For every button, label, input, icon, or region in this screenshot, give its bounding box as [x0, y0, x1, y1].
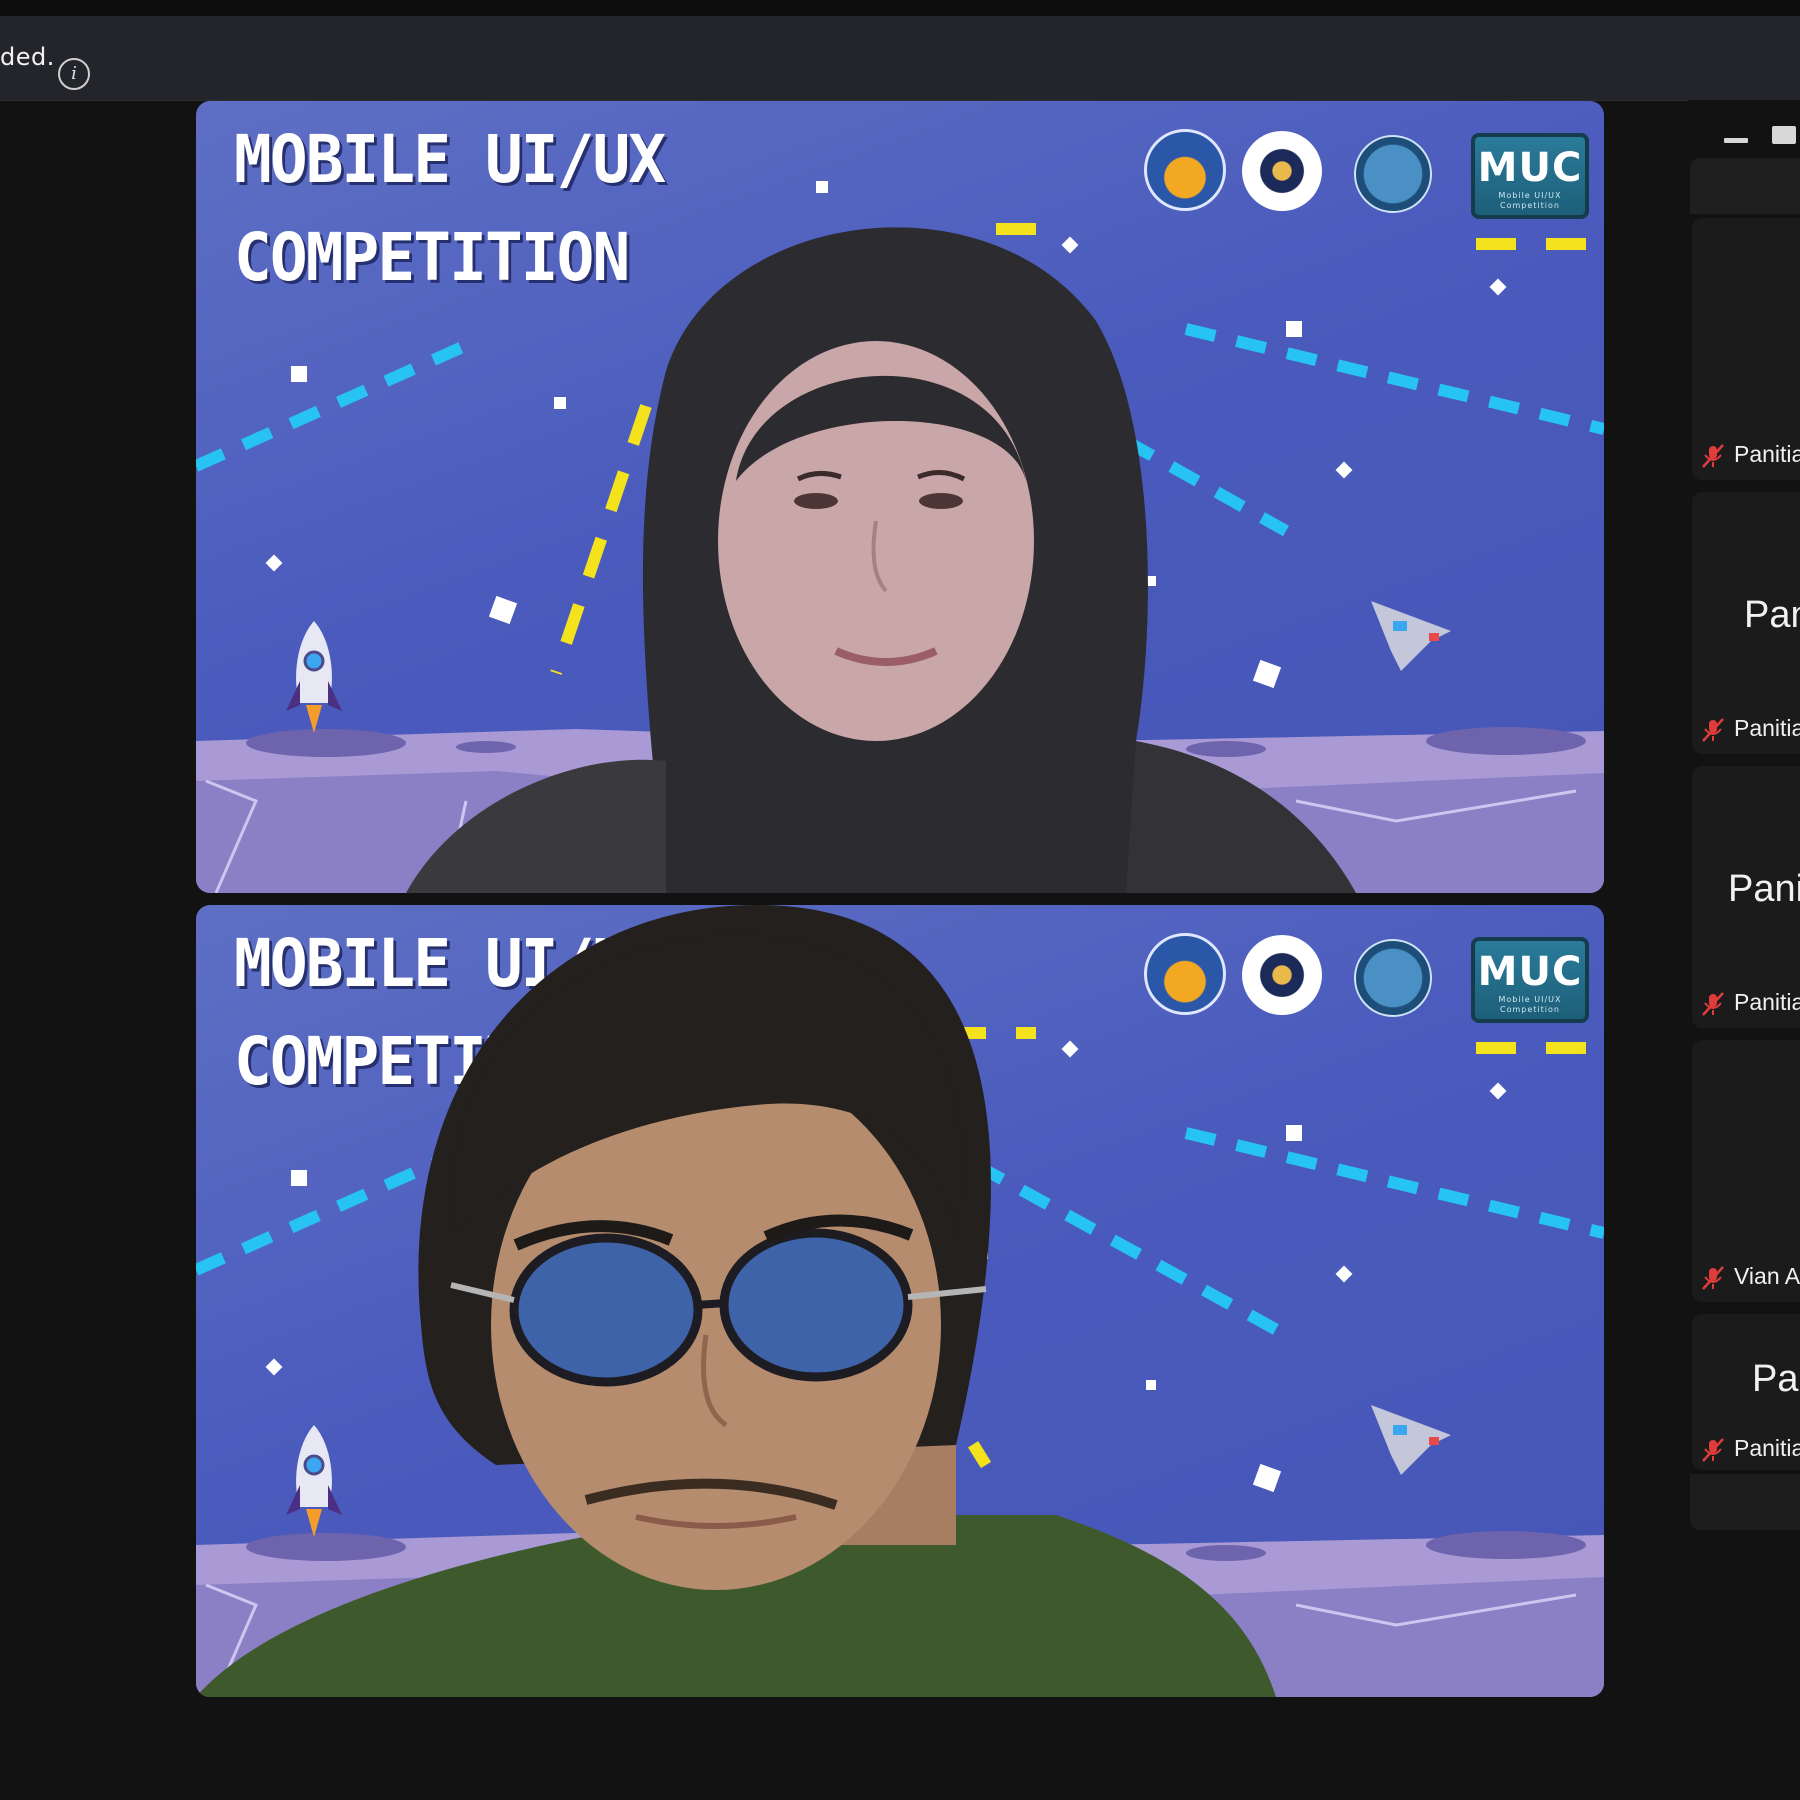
banner-text: ded.	[0, 43, 55, 71]
participant-footer-label: Panitia	[1734, 1435, 1800, 1461]
mic-muted-icon	[1702, 444, 1724, 468]
video-tile-participant-2[interactable]: MOBILE UI/UX COMPETITION MUC Mobile UI/U…	[196, 905, 1604, 1697]
participant-name-footer: Panitia	[1700, 1434, 1800, 1462]
participant-video-person	[406, 227, 1356, 893]
participant-footer-label: Panitia	[1734, 441, 1800, 467]
participants-sidebar: Panitia Panitia Panitia Panitia Panitia …	[1688, 100, 1800, 1532]
mic-muted-icon	[1702, 992, 1724, 1016]
mic-muted-icon	[1702, 1266, 1724, 1290]
participant-name-footer: Panitia	[1700, 440, 1800, 468]
info-circle-icon[interactable]: i	[58, 58, 90, 90]
participant-name-footer: Panitia	[1700, 714, 1800, 742]
participant-name-center: Panitia	[1728, 868, 1800, 910]
participant-video-person	[196, 905, 1276, 1697]
video-tile-participant-1[interactable]: MOBILE UI/UX COMPETITION MUC Mobile UI/U…	[196, 101, 1604, 893]
window-top-strip	[0, 0, 1800, 16]
participant-name-footer: Panitia	[1700, 988, 1800, 1016]
mic-muted-icon	[1702, 1438, 1724, 1462]
maximize-icon[interactable]	[1772, 126, 1796, 144]
participant-tile-3[interactable]: Panitia Panitia	[1692, 766, 1800, 1028]
mic-muted-icon	[1702, 718, 1724, 742]
participant-footer-label: Panitia	[1734, 989, 1800, 1015]
participant-tile-2[interactable]: Panitia Panitia	[1692, 492, 1800, 754]
participant-name-center: Panitia	[1744, 594, 1800, 636]
participant-name-center: Panitia	[1752, 1358, 1800, 1400]
sidebar-footer	[1690, 1474, 1800, 1530]
participant-tile-4[interactable]: Vian A	[1692, 1040, 1800, 1302]
participant-name-footer: Vian A	[1700, 1262, 1800, 1290]
minimize-icon[interactable]	[1724, 138, 1748, 143]
participant-footer-label: Vian A	[1734, 1263, 1800, 1289]
participant-tile-5[interactable]: Panitia Panitia	[1692, 1314, 1800, 1470]
participant-footer-label: Panitia	[1734, 715, 1800, 741]
participant-tile-1[interactable]: Panitia	[1692, 218, 1800, 480]
recording-notice-banner: ded. i	[0, 16, 1800, 101]
sidebar-header	[1690, 158, 1800, 214]
bottom-empty-area	[0, 1700, 1800, 1800]
